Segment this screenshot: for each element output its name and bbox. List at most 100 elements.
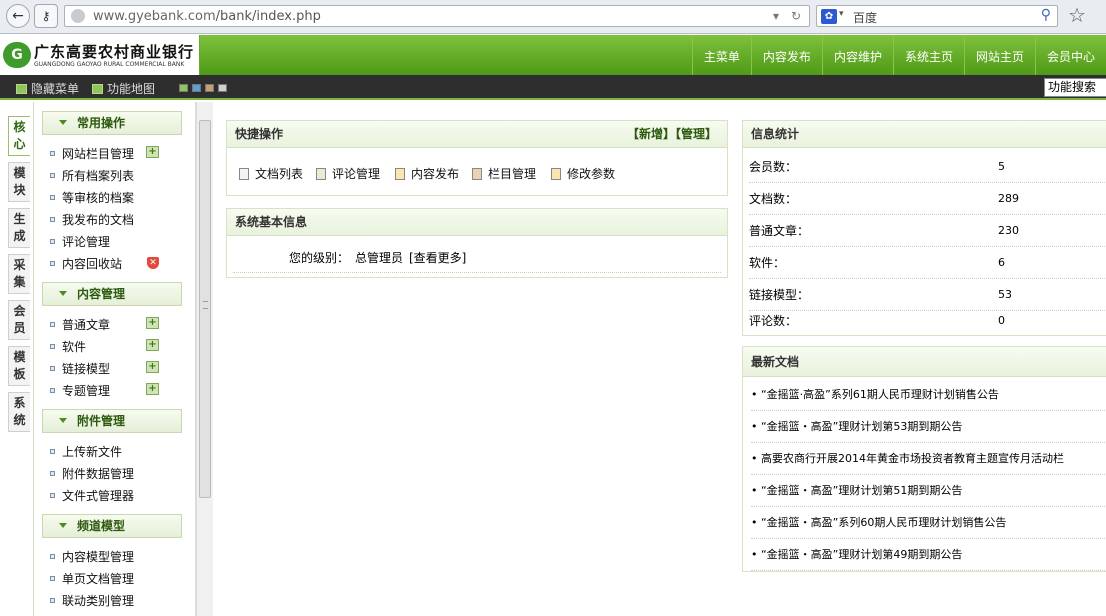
stat-label: 软件：: [749, 256, 786, 270]
menu-item-comment-manage[interactable]: 评论管理: [50, 233, 110, 250]
bullet-icon: [50, 217, 55, 222]
reload-icon[interactable]: ↻: [791, 9, 801, 23]
tab-member[interactable]: 会员: [8, 300, 30, 340]
logo[interactable]: G 广东高要农村商业银行 GUANGDONG GAOYAO RURAL COMM…: [0, 35, 200, 75]
tab-template[interactable]: 模板: [8, 346, 30, 386]
latest-doc-item[interactable]: • 高要农商行开展2014年黄金市场投资者教育主题宣传月活动栏: [751, 443, 1106, 475]
view-more-link[interactable]: [查看更多]: [409, 249, 466, 266]
menu-item-column-manage[interactable]: 网站栏目管理: [50, 145, 134, 162]
bullet-icon: [50, 493, 55, 498]
quick-modify-params[interactable]: 修改参数: [551, 165, 615, 182]
browser-search-box[interactable]: ✿ ▾ 百度 ⚲: [816, 5, 1058, 27]
hide-menu-button[interactable]: 隐藏菜单: [16, 80, 79, 97]
dropdown-icon[interactable]: ▾: [773, 9, 779, 23]
system-info-title: 系统基本信息: [235, 215, 308, 229]
scrollbar-thumb[interactable]: [199, 120, 211, 498]
latest-doc-item[interactable]: • “金摇篮・高盈”理财计划第51期到期公告: [751, 475, 1106, 507]
add-article-icon[interactable]: +: [146, 317, 159, 329]
quick-column-manage[interactable]: 栏目管理: [472, 165, 536, 182]
address-bar[interactable]: www.gyebank.com/bank/index.php ▾ ↻: [64, 5, 810, 27]
side-menu: 常用操作 网站栏目管理 + 所有档案列表 等审核的档案 我发布的文档 评论管理 …: [34, 102, 196, 616]
key-icon[interactable]: ⚷: [34, 4, 58, 28]
bullet-icon: [50, 195, 55, 200]
stat-value: 289: [998, 192, 1019, 205]
system-info-header: 系统基本信息: [227, 209, 727, 236]
nav-member-center[interactable]: 会员中心: [1034, 35, 1106, 75]
latest-doc-item[interactable]: • “金摇篮・高盈”理财计划第49期到期公告: [751, 539, 1106, 571]
add-software-icon[interactable]: +: [146, 339, 159, 351]
nav-content-maintain[interactable]: 内容维护: [821, 35, 893, 75]
add-column-icon[interactable]: +: [146, 146, 159, 158]
tab-module[interactable]: 模块: [8, 162, 30, 202]
menu-item-attachment-data[interactable]: 附件数据管理: [50, 465, 134, 482]
add-link-icon[interactable]: +: [146, 361, 159, 373]
quick-comment-manage[interactable]: 评论管理: [316, 165, 380, 182]
collapse-icon: [59, 418, 67, 423]
bookmark-star-icon[interactable]: ☆: [1068, 3, 1086, 27]
engine-dropdown-icon[interactable]: ▾: [839, 9, 844, 19]
search-icon[interactable]: ⚲: [1041, 7, 1051, 23]
menu-item-single-page[interactable]: 单页文档管理: [50, 570, 134, 587]
nav-system-home[interactable]: 系统主页: [892, 35, 964, 75]
function-search-select[interactable]: 功能搜索: [1044, 78, 1106, 97]
menu-item-label: 附件数据管理: [62, 467, 135, 481]
globe-icon: [71, 9, 85, 23]
quick-ops-title: 快捷操作: [235, 127, 284, 141]
browser-toolbar: ← ⚷ www.gyebank.com/bank/index.php ▾ ↻ ✿…: [0, 0, 1106, 34]
nav-main-menu[interactable]: 主菜单: [691, 35, 751, 75]
stat-value: 5: [998, 160, 1005, 173]
stats-title: 信息统计: [751, 127, 800, 141]
nav-site-home[interactable]: 网站主页: [963, 35, 1035, 75]
menu-item-recycle-bin[interactable]: 内容回收站: [50, 255, 122, 272]
skin-green-icon[interactable]: [179, 84, 188, 92]
stat-label: 普通文章：: [749, 224, 810, 238]
menu-item-article[interactable]: 普通文章: [50, 316, 110, 333]
skin-blue-icon[interactable]: [192, 84, 201, 92]
quick-item-label: 栏目管理: [488, 167, 537, 181]
add-topic-icon[interactable]: +: [146, 383, 159, 395]
tab-collect[interactable]: 采集: [8, 254, 30, 294]
tab-system[interactable]: 系统: [8, 392, 30, 432]
function-map-button[interactable]: 功能地图: [92, 80, 155, 97]
comment-icon: [316, 168, 326, 180]
menu-item-label: 普通文章: [62, 318, 111, 332]
back-icon[interactable]: ←: [6, 4, 30, 28]
menu-item-label: 网站栏目管理: [62, 147, 135, 161]
add-link[interactable]: 【新增】: [627, 127, 675, 141]
menu-item-link-model[interactable]: 链接模型: [50, 360, 110, 377]
shield-icon[interactable]: ✕: [147, 257, 159, 269]
menu-item-all-archives[interactable]: 所有档案列表: [50, 167, 134, 184]
menu-section-title: 频道模型: [77, 519, 126, 533]
menu-item-upload-file[interactable]: 上传新文件: [50, 443, 122, 460]
menu-item-software[interactable]: 软件: [50, 338, 86, 355]
skin-gray-icon[interactable]: [218, 84, 227, 92]
left-tabs: 核心 模块 生成 采集 会员 模板 系统: [0, 102, 34, 616]
menu-item-label: 文件式管理器: [62, 489, 135, 503]
menu-item-linkage-category[interactable]: 联动类别管理: [50, 592, 134, 609]
menu-item-label: 专题管理: [62, 384, 111, 398]
menu-section-attachment[interactable]: 附件管理: [42, 409, 182, 433]
stat-value: 6: [998, 256, 1005, 269]
manage-link[interactable]: 【管理】: [675, 127, 717, 141]
menu-item-content-model[interactable]: 内容模型管理: [50, 548, 134, 565]
menu-item-special-topic[interactable]: 专题管理: [50, 382, 110, 399]
skin-brown-icon[interactable]: [205, 84, 214, 92]
quick-content-publish[interactable]: 内容发布: [395, 165, 459, 182]
menu-item-pending-archives[interactable]: 等审核的档案: [50, 189, 134, 206]
stat-row-documents: 文档数： 289: [749, 183, 1105, 215]
quick-doc-list[interactable]: 文档列表: [239, 165, 303, 182]
menu-section-channel[interactable]: 频道模型: [42, 514, 182, 538]
tab-generate[interactable]: 生成: [8, 208, 30, 248]
nav-content-publish[interactable]: 内容发布: [750, 35, 822, 75]
baidu-icon[interactable]: ✿: [821, 9, 837, 24]
menu-section-common[interactable]: 常用操作: [42, 111, 182, 135]
menu-scrollbar[interactable]: [196, 102, 213, 616]
menu-item-file-manager[interactable]: 文件式管理器: [50, 487, 134, 504]
latest-doc-item[interactable]: • “金摇篮·高盈”系列61期人民币理财计划销售公告: [751, 379, 1106, 411]
latest-doc-item[interactable]: • “金摇篮・高盈”理财计划第53期到期公告: [751, 411, 1106, 443]
quick-item-label: 内容发布: [411, 167, 460, 181]
latest-doc-item[interactable]: • “金摇篮・高盈”系列60期人民币理财计划销售公告: [751, 507, 1106, 539]
menu-item-my-documents[interactable]: 我发布的文档: [50, 211, 134, 228]
tab-core[interactable]: 核心: [8, 116, 30, 156]
menu-section-content[interactable]: 内容管理: [42, 282, 182, 306]
